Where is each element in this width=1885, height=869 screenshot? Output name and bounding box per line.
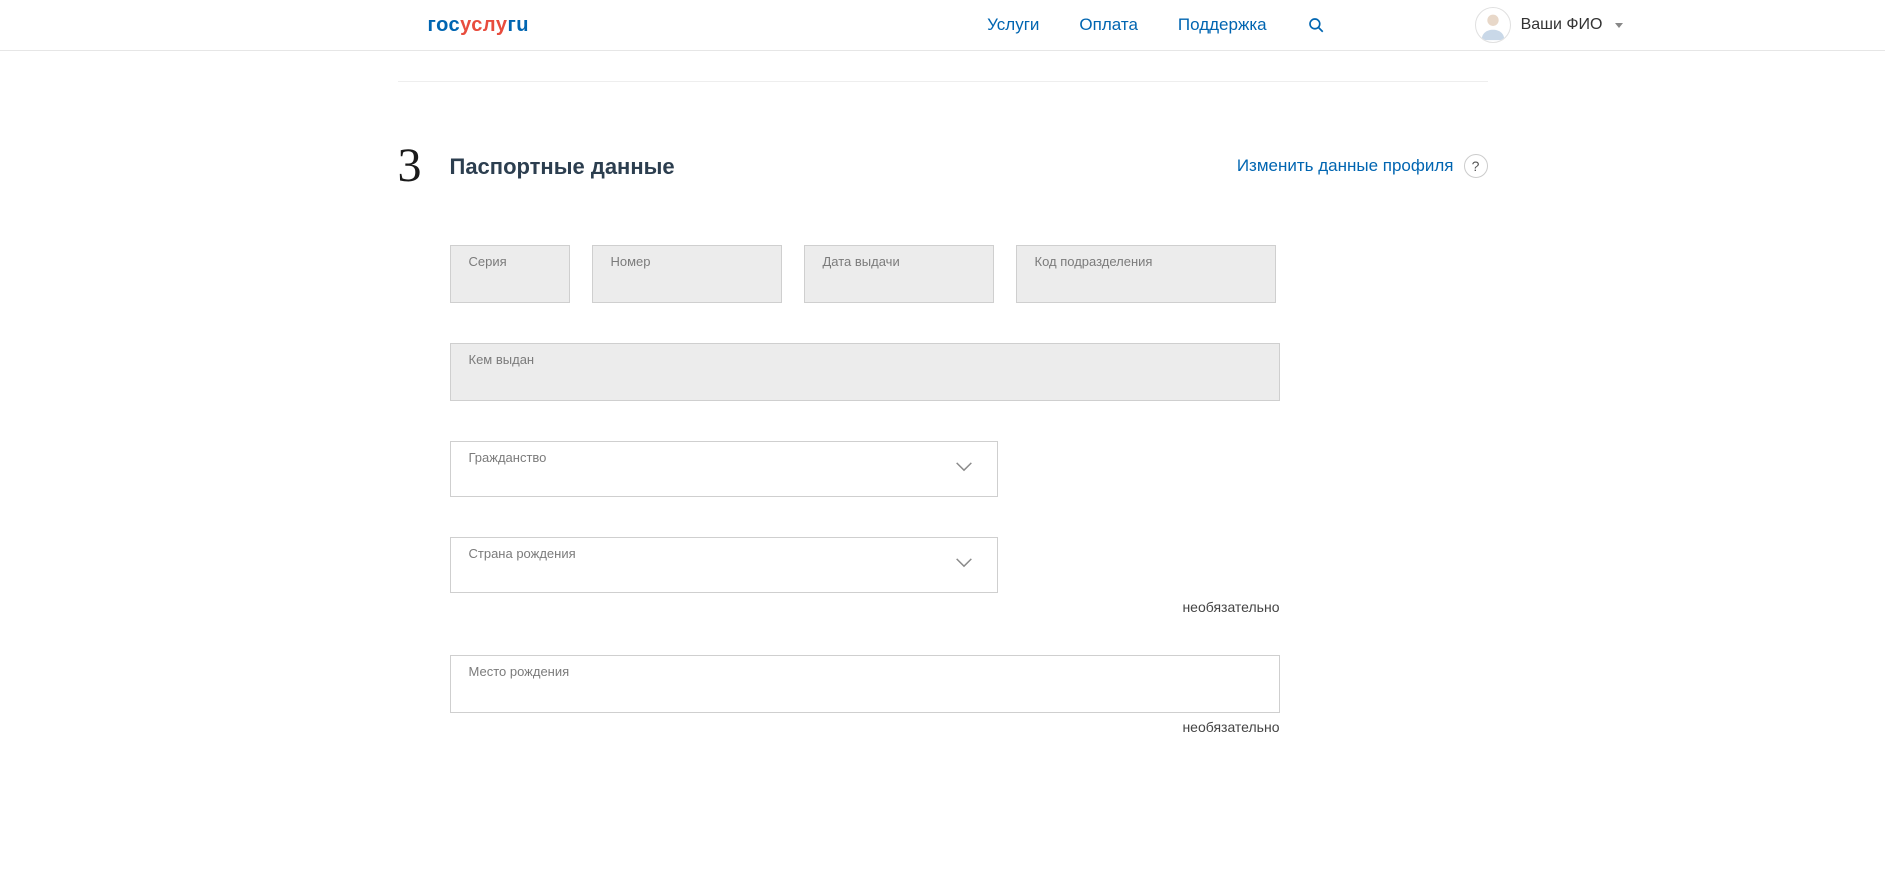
birth-country-optional-hint: необязательно bbox=[450, 599, 1280, 615]
section-divider bbox=[398, 81, 1488, 82]
dept-code-label: Код подразделения bbox=[1035, 254, 1153, 269]
citizenship-select[interactable]: Гражданство bbox=[450, 441, 998, 497]
birth-place-field[interactable]: Место рождения bbox=[450, 655, 1280, 713]
birth-country-select[interactable]: Страна рождения bbox=[450, 537, 998, 593]
avatar-icon bbox=[1476, 7, 1510, 43]
search-button[interactable] bbox=[1307, 16, 1325, 34]
section-header: 3 Паспортные данные Изменить данные проф… bbox=[398, 142, 1488, 190]
chevron-down-icon bbox=[1615, 23, 1623, 28]
birth-country-label: Страна рождения bbox=[469, 546, 576, 561]
help-badge[interactable]: ? bbox=[1464, 154, 1488, 178]
issue-date-field: Дата выдачи bbox=[804, 245, 994, 303]
dept-code-input bbox=[1035, 272, 1257, 296]
birth-place-label: Место рождения bbox=[469, 664, 570, 679]
number-field: Номер bbox=[592, 245, 782, 303]
nav-payment[interactable]: Оплата bbox=[1079, 15, 1137, 35]
number-input bbox=[611, 272, 763, 296]
birth-country-value bbox=[469, 562, 979, 586]
user-menu[interactable]: Ваши ФИО bbox=[1475, 7, 1623, 43]
logo-part-gi: гu bbox=[507, 14, 529, 36]
issue-date-label: Дата выдачи bbox=[823, 254, 900, 269]
user-name-label: Ваши ФИО bbox=[1521, 16, 1603, 34]
main-nav: Услуги Оплата Поддержка bbox=[987, 15, 1324, 35]
series-label: Серия bbox=[469, 254, 507, 269]
main-header: госуслугu Услуги Оплата Поддержка Ваши Ф… bbox=[0, 0, 1885, 51]
step-number: 3 bbox=[398, 142, 450, 190]
citizenship-value bbox=[469, 466, 979, 490]
search-icon bbox=[1307, 16, 1325, 34]
logo-part-uslu: услу bbox=[460, 14, 507, 36]
section-title: Паспортные данные bbox=[450, 142, 675, 180]
dept-code-field: Код подразделения bbox=[1016, 245, 1276, 303]
series-input bbox=[469, 272, 551, 296]
issue-date-input bbox=[823, 272, 975, 296]
number-label: Номер bbox=[611, 254, 651, 269]
edit-profile-link[interactable]: Изменить данные профиля bbox=[1237, 156, 1454, 176]
birth-place-input[interactable] bbox=[469, 682, 1261, 706]
issued-by-label: Кем выдан bbox=[469, 352, 535, 367]
series-field: Серия bbox=[450, 245, 570, 303]
nav-support[interactable]: Поддержка bbox=[1178, 15, 1267, 35]
issued-by-input bbox=[469, 370, 1261, 394]
issued-by-field: Кем выдан bbox=[450, 343, 1280, 401]
logo[interactable]: госуслугu bbox=[428, 14, 530, 37]
birth-place-optional-hint: необязательно bbox=[450, 719, 1280, 735]
passport-form: Серия Номер Дата выдачи Код подразделени… bbox=[450, 245, 1488, 735]
logo-part-gos: гос bbox=[428, 14, 461, 36]
nav-services[interactable]: Услуги bbox=[987, 15, 1039, 35]
avatar bbox=[1475, 7, 1511, 43]
citizenship-label: Гражданство bbox=[469, 450, 547, 465]
